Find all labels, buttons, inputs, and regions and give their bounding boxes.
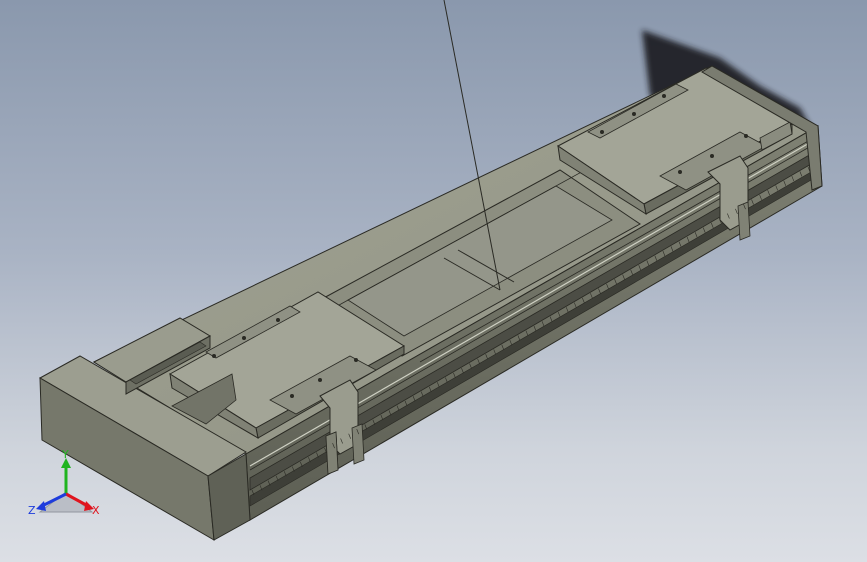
x-axis-label: X [92, 504, 100, 517]
linear-module-model[interactable] [0, 0, 867, 562]
cad-viewport[interactable]: Y X Z [0, 0, 867, 562]
y-axis-label: Y [61, 448, 69, 461]
view-triad[interactable]: Y X Z [26, 448, 106, 528]
z-axis-label: Z [28, 504, 36, 517]
